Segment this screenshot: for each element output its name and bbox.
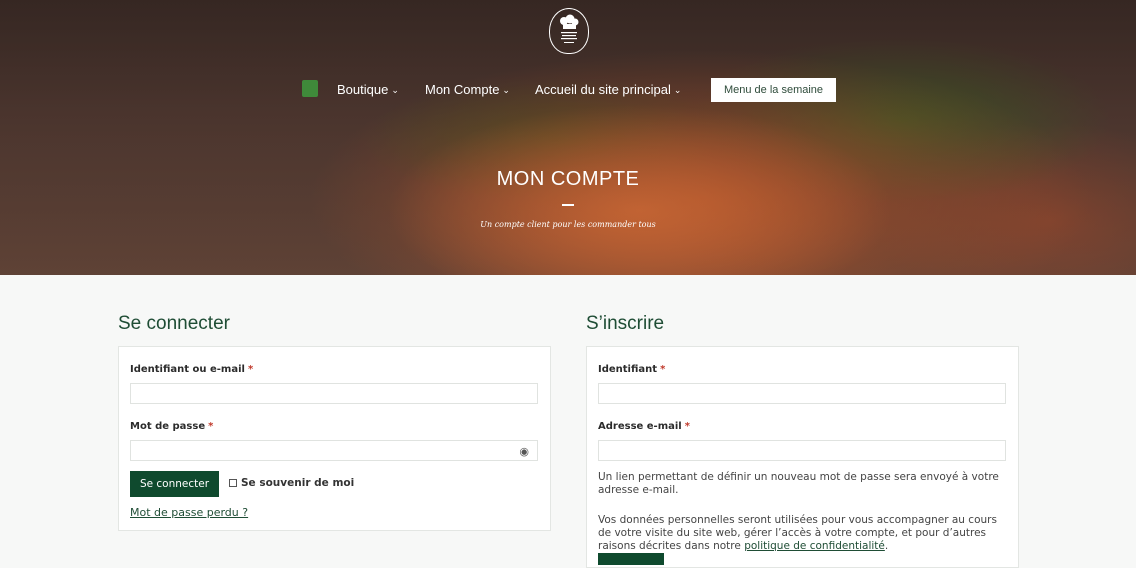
- remember-label: Se souvenir de moi: [241, 477, 355, 489]
- reg-email-label: Adresse e-mail *: [598, 421, 690, 432]
- hero-banner: Boutique ⌄ Mon Compte ⌄ Accueil du site pr…: [0, 0, 1136, 275]
- reg-username-label-text: Identifiant: [598, 364, 658, 375]
- required-mark: *: [247, 364, 254, 375]
- required-mark: *: [660, 364, 666, 375]
- reg-username-input[interactable]: [598, 383, 1006, 404]
- remember-checkbox[interactable]: [229, 479, 237, 487]
- register-button[interactable]: [598, 553, 664, 565]
- nav-item-mon-compte[interactable]: Mon Compte ⌄: [425, 82, 510, 97]
- reg-email-input[interactable]: [598, 440, 1006, 461]
- password-label: Mot de passe *: [130, 421, 213, 432]
- nav-item-label: Mon Compte: [425, 82, 500, 97]
- required-mark: *: [684, 421, 690, 432]
- username-label: Identifiant ou e-mail *: [130, 364, 253, 375]
- reg-email-label-text: Adresse e-mail: [598, 421, 682, 432]
- menu-semaine-button[interactable]: Menu de la semaine: [711, 78, 836, 102]
- privacy-notice: Vos données personnelles seront utilisée…: [598, 514, 1008, 553]
- required-mark: *: [208, 421, 214, 432]
- lost-password-link[interactable]: Mot de passe perdu ?: [130, 506, 248, 519]
- register-title: S’inscrire: [586, 313, 665, 334]
- chevron-down-icon: ⌄: [502, 85, 510, 95]
- login-title: Se connecter: [118, 313, 230, 334]
- page-subtitle: Un compte client pour les commander tous: [480, 220, 656, 229]
- page-title: MON COMPTE: [496, 168, 640, 190]
- organic-label-icon[interactable]: [302, 80, 318, 97]
- login-button[interactable]: Se connecter: [130, 471, 219, 497]
- username-input[interactable]: [130, 383, 538, 404]
- privacy-end: .: [884, 540, 889, 552]
- chevron-down-icon: ⌄: [673, 85, 682, 95]
- site-logo[interactable]: [549, 8, 589, 54]
- password-input[interactable]: ◉: [130, 440, 538, 461]
- chef-hat-logo-icon: [560, 14, 579, 43]
- nav-item-accueil[interactable]: Accueil du site principal ⌄: [535, 82, 681, 97]
- chevron-down-icon: ⌄: [391, 85, 399, 95]
- nav-item-label: Accueil du site principal: [535, 82, 671, 97]
- password-label-text: Mot de passe: [130, 421, 206, 432]
- username-label-text: Identifiant ou e-mail: [130, 364, 245, 375]
- nav-item-label: Boutique: [337, 82, 389, 97]
- nav-item-boutique[interactable]: Boutique ⌄: [337, 82, 399, 97]
- reg-username-label: Identifiant *: [598, 364, 665, 375]
- password-note: Un lien permettant de définir un nouveau…: [598, 471, 999, 496]
- show-password-eye-icon[interactable]: ◉: [519, 445, 529, 458]
- privacy-policy-link[interactable]: politique de confidentialité: [744, 540, 885, 552]
- title-divider: [562, 204, 574, 206]
- main-navigation: Boutique ⌄ Mon Compte ⌄ Accueil du site pr…: [0, 78, 1136, 104]
- remember-me[interactable]: Se souvenir de moi: [229, 477, 354, 489]
